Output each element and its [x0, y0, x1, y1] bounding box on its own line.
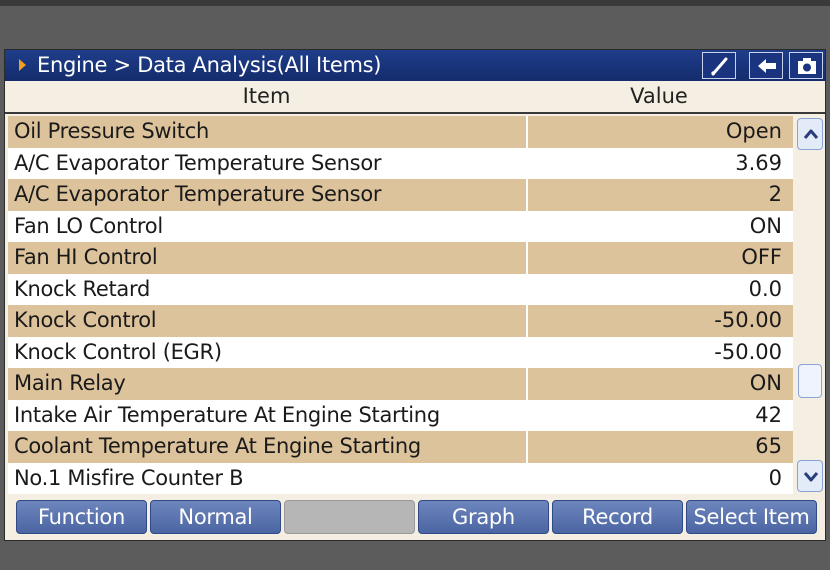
column-divider: [526, 273, 528, 305]
item-value: -50.00: [714, 308, 782, 332]
back-arrow-icon: [758, 59, 776, 73]
item-value: 65: [755, 434, 782, 458]
chevron-up-icon: [803, 129, 819, 139]
column-divider: [526, 368, 528, 400]
scroll-down-button[interactable]: [797, 460, 823, 492]
chevron-down-icon: [803, 472, 819, 482]
column-divider: [526, 179, 528, 211]
record-button[interactable]: Record: [552, 500, 683, 534]
item-value: OFF: [741, 245, 782, 269]
item-name: A/C Evaporator Temperature Sensor: [14, 182, 382, 206]
column-header-item: Item: [242, 84, 291, 108]
scroll-up-button[interactable]: [797, 118, 823, 150]
column-divider: [526, 431, 528, 463]
graph-button[interactable]: Graph: [418, 500, 549, 534]
breadcrumb: Engine > Data Analysis(All Items): [37, 53, 382, 77]
brush-icon: [711, 57, 728, 76]
item-value: 42: [755, 402, 782, 427]
item-name: Knock Control: [14, 308, 157, 332]
table-row[interactable]: Coolant Temperature At Engine Starting 6…: [8, 431, 793, 463]
table-row[interactable]: Knock Control (EGR) -50.00: [8, 336, 793, 368]
table-row[interactable]: Intake Air Temperature At Engine Startin…: [8, 399, 793, 431]
item-name: Fan HI Control: [14, 245, 158, 269]
column-divider: [526, 399, 528, 431]
table-row[interactable]: Knock Control -50.00: [8, 305, 793, 337]
table-row[interactable]: A/C Evaporator Temperature Sensor 3.69: [8, 147, 793, 179]
column-divider: [526, 147, 528, 179]
item-name: Intake Air Temperature At Engine Startin…: [14, 402, 440, 427]
item-name: Knock Retard: [14, 276, 150, 301]
select-item-button[interactable]: Select Item: [686, 500, 817, 534]
vertical-scrollbar[interactable]: [795, 116, 823, 494]
item-value: ON: [749, 213, 782, 238]
blank-button: [284, 500, 415, 534]
back-button[interactable]: [749, 52, 783, 79]
data-analysis-panel: Engine > Data Analysis(All Items) Item V…: [4, 49, 826, 541]
table-row[interactable]: Knock Retard 0.0: [8, 273, 793, 305]
screenshot-button[interactable]: [789, 52, 823, 79]
item-value: -50.00: [714, 339, 782, 364]
item-name: Oil Pressure Switch: [14, 119, 209, 143]
title-bar: Engine > Data Analysis(All Items): [5, 50, 825, 81]
title-arrow-icon: [19, 59, 26, 71]
column-divider: [526, 336, 528, 368]
item-value: 0: [768, 465, 782, 490]
column-divider: [526, 116, 528, 148]
top-bar: [0, 0, 830, 6]
item-name: No.1 Misfire Counter B: [14, 465, 244, 490]
column-divider: [526, 305, 528, 337]
normal-button[interactable]: Normal: [150, 500, 281, 534]
item-name: Coolant Temperature At Engine Starting: [14, 434, 421, 458]
function-button[interactable]: Function: [16, 500, 147, 534]
item-name: Main Relay: [14, 371, 126, 395]
item-value: 0.0: [748, 276, 782, 301]
item-value: Open: [725, 119, 782, 143]
table-row[interactable]: Fan HI Control OFF: [8, 242, 793, 274]
item-value: 3.69: [735, 150, 782, 175]
table-row[interactable]: Main Relay ON: [8, 368, 793, 400]
item-name: Fan LO Control: [14, 213, 163, 238]
item-name: A/C Evaporator Temperature Sensor: [14, 150, 382, 175]
table-row[interactable]: Oil Pressure Switch Open: [8, 116, 793, 148]
item-value: ON: [749, 371, 782, 395]
column-divider: [526, 210, 528, 242]
camera-icon: [798, 58, 816, 74]
table-header: Item Value: [5, 81, 825, 114]
table-row[interactable]: No.1 Misfire Counter B 0: [8, 462, 793, 494]
item-name: Knock Control (EGR): [14, 339, 222, 364]
table-row[interactable]: Fan LO Control ON: [8, 210, 793, 242]
brush-button[interactable]: [702, 52, 736, 79]
column-divider: [526, 462, 528, 494]
column-divider: [526, 242, 528, 274]
column-header-value: Value: [630, 84, 688, 108]
table-row[interactable]: A/C Evaporator Temperature Sensor 2: [8, 179, 793, 211]
footer-toolbar: Function Normal Graph Record Select Item: [5, 496, 825, 540]
scrollbar-thumb[interactable]: [798, 364, 822, 398]
data-table: Oil Pressure Switch Open A/C Evaporator …: [8, 116, 793, 494]
item-value: 2: [768, 182, 782, 206]
